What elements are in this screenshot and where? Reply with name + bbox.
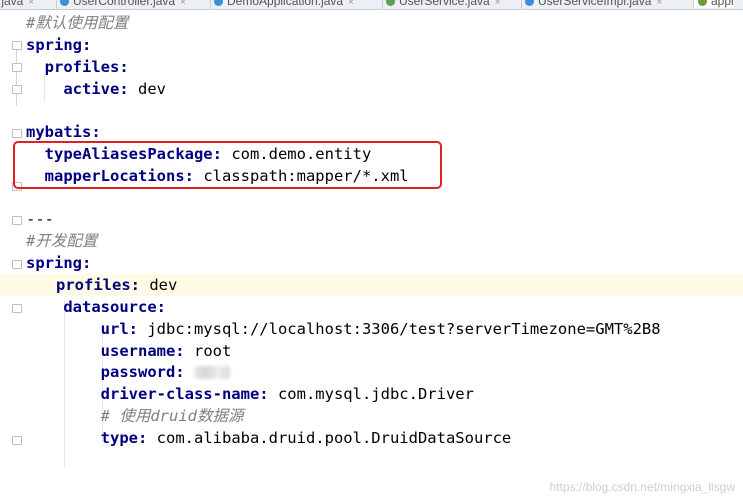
tab-close-icon[interactable]: ×: [180, 0, 186, 8]
code-line: username: root: [100, 342, 232, 360]
fold-marker-icon[interactable]: [12, 436, 22, 445]
code-line: password:: [26, 361, 230, 383]
tab-demo-application[interactable]: DemoApplication.java ×: [214, 0, 354, 8]
code-line: ---: [26, 210, 54, 228]
watermark: https://blog.csdn.net/mingxia_lisgw: [549, 480, 735, 494]
code-line: type: com.alibaba.druid.pool.DruidDataSo…: [100, 429, 512, 447]
tab-user-service-impl[interactable]: UserServiceImpl.java ×: [525, 0, 662, 8]
tab-java[interactable]: .java ×: [0, 0, 34, 8]
tab-close-icon[interactable]: ×: [656, 0, 662, 8]
fold-marker-icon[interactable]: [12, 260, 22, 269]
tab-user-service[interactable]: UserService.java ×: [386, 0, 501, 8]
tab-close-icon[interactable]: ×: [28, 0, 34, 8]
code-line: profiles:: [44, 58, 129, 76]
java-class-icon: [60, 0, 69, 7]
fold-marker-icon[interactable]: [12, 63, 22, 72]
tab-close-icon[interactable]: ×: [495, 0, 501, 8]
fold-marker-icon[interactable]: [12, 129, 22, 138]
java-interface-icon: [386, 0, 395, 7]
fold-marker-icon[interactable]: [12, 85, 22, 94]
code-line: spring:: [26, 36, 92, 54]
tab-user-controller[interactable]: UserController.java ×: [60, 0, 186, 8]
code-line: spring:: [26, 254, 92, 272]
editor-gutter: [0, 10, 22, 500]
editor-tab-bar: .java × UserController.java × DemoApplicat…: [0, 0, 743, 10]
java-class-icon: [214, 0, 223, 7]
redacted-password: [194, 366, 230, 379]
code-line: # 使用druid数据源: [100, 407, 244, 425]
code-line: url: jdbc:mysql://localhost:3306/test?se…: [100, 320, 661, 338]
code-line-current: profiles: dev: [0, 274, 743, 296]
yaml-file-icon: [698, 0, 707, 7]
code-line: mybatis:: [26, 123, 101, 141]
tab-application-yml[interactable]: appl: [693, 0, 734, 8]
tab-close-icon[interactable]: ×: [348, 0, 354, 8]
code-line: #默认使用配置: [26, 14, 129, 32]
fold-marker-icon[interactable]: [12, 304, 22, 313]
code-line: active: dev: [63, 80, 166, 98]
highlight-annotation-box: [13, 141, 442, 189]
code-line: driver-class-name: com.mysql.jdbc.Driver: [100, 385, 474, 403]
fold-marker-icon[interactable]: [12, 41, 22, 50]
fold-marker-icon[interactable]: [12, 216, 22, 225]
java-class-icon: [525, 0, 534, 7]
code-line: #开发配置: [26, 232, 98, 250]
code-line: datasource:: [63, 298, 166, 316]
